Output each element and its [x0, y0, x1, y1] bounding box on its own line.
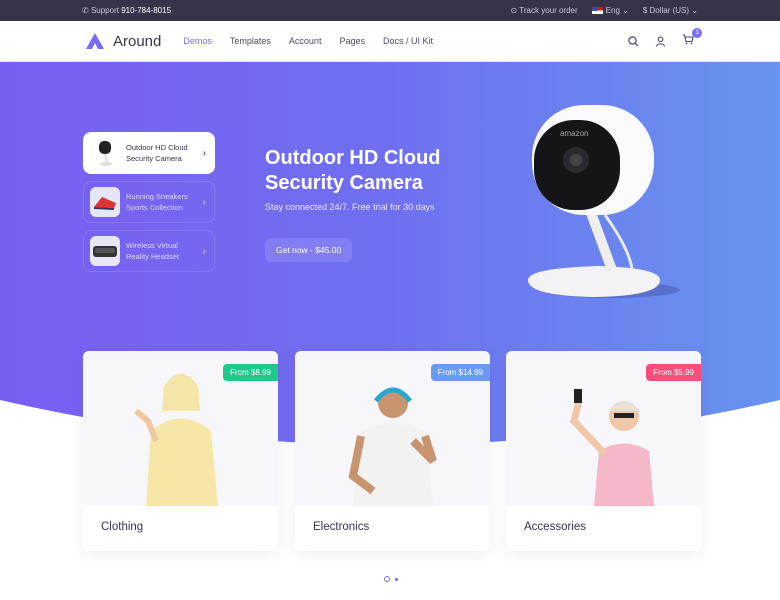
hero-title-line1: Outdoor HD Cloud [265, 147, 441, 169]
accessories-image: From $5.99 [506, 351, 701, 506]
track-label: Track your order [519, 6, 578, 15]
currency-label: $ Dollar (US) [642, 6, 690, 15]
tab-vr-headset[interactable]: Wireless Virtual Reality Headset › [83, 230, 215, 272]
product-tabs: Outdoor HD Cloud Security Camera › Runnin… [83, 132, 215, 279]
category-card-electronics[interactable]: From $14.99 Electronics [295, 351, 490, 551]
tab-running-sneakers[interactable]: Running Sneakers Sports Collection › [83, 181, 215, 223]
cart-count-badge: 3 [692, 28, 702, 38]
nav-pages[interactable]: Pages [339, 36, 365, 46]
category-name: Clothing [101, 521, 144, 533]
hero-subtitle: Stay connected 24/7. Free trial for 30 d… [265, 202, 435, 212]
language-label: Eng [605, 6, 620, 15]
hero-title: Outdoor HD Cloud Security Camera [265, 146, 441, 196]
electronics-image: From $14.99 [295, 351, 490, 506]
sneakers-thumbnail [90, 187, 120, 217]
topbar: ✆ Support 910-784-8015 ⊙ Track your orde… [0, 0, 780, 21]
camera-brand-text: amazon [560, 129, 588, 138]
category-name: Accessories [524, 521, 586, 533]
category-name: Electronics [313, 521, 370, 533]
phone-icon: ✆ [82, 6, 91, 15]
get-now-button[interactable]: Get now - $45.00 [265, 238, 353, 262]
nav-docs[interactable]: Docs / UI Kit [383, 36, 433, 46]
us-flag-icon [591, 7, 603, 15]
brand-name: Around [113, 32, 162, 50]
user-icon[interactable] [655, 35, 666, 47]
price-badge: From $14.99 [430, 364, 490, 381]
support-label: Support [90, 6, 119, 15]
tab-title-line1: Running Sneakers [126, 192, 188, 201]
currency-select[interactable]: $ Dollar (US) ⌄ [643, 6, 698, 15]
language-select[interactable]: Eng ⌄ [591, 6, 629, 15]
tab-title-line2: Reality Headset [126, 252, 179, 261]
hero-title-line2: Security Camera [265, 172, 423, 194]
pagination-dot[interactable] [395, 577, 398, 581]
track-order-link[interactable]: ⊙ Track your order [510, 6, 577, 15]
price-badge: From $8.99 [223, 364, 278, 381]
security-camera-image: amazon [528, 105, 680, 298]
vr-headset-thumbnail [90, 236, 120, 266]
tab-title-line1: Wireless Virtual [126, 241, 178, 250]
support-phone[interactable]: 910-784-8015 [121, 6, 171, 15]
tab-title-line2: Security Camera [126, 154, 182, 163]
tab-security-camera[interactable]: Outdoor HD Cloud Security Camera › [83, 132, 215, 174]
cart-button[interactable]: 3 [682, 28, 702, 48]
chevron-right-icon: › [202, 147, 206, 159]
tab-title-line2: Sports Collection [126, 203, 183, 212]
tab-title-line1: Outdoor HD Cloud [126, 143, 188, 152]
navbar: Around Demos Templates Account Pages Doc… [0, 21, 780, 62]
logo-icon [86, 33, 104, 49]
category-card-clothing[interactable]: From $8.99 Clothing [83, 351, 278, 551]
nav-templates[interactable]: Templates [230, 36, 271, 46]
chevron-right-icon: › [202, 196, 206, 208]
support-info: ✆ Support 910-784-8015 [82, 6, 171, 15]
chevron-right-icon: › [202, 245, 206, 257]
carousel-pagination [384, 576, 398, 582]
search-icon[interactable] [628, 35, 639, 47]
brand-logo[interactable]: Around [86, 33, 161, 50]
clothing-image: From $8.99 [83, 351, 278, 506]
category-card-accessories[interactable]: From $5.99 Accessories [506, 351, 701, 551]
camera-thumbnail [90, 138, 120, 168]
price-badge: From $5.99 [646, 364, 701, 381]
location-pin-icon: ⊙ [510, 6, 520, 15]
pagination-dot-active[interactable] [384, 576, 390, 582]
nav-demos[interactable]: Demos [183, 36, 212, 46]
nav-account[interactable]: Account [289, 36, 322, 46]
